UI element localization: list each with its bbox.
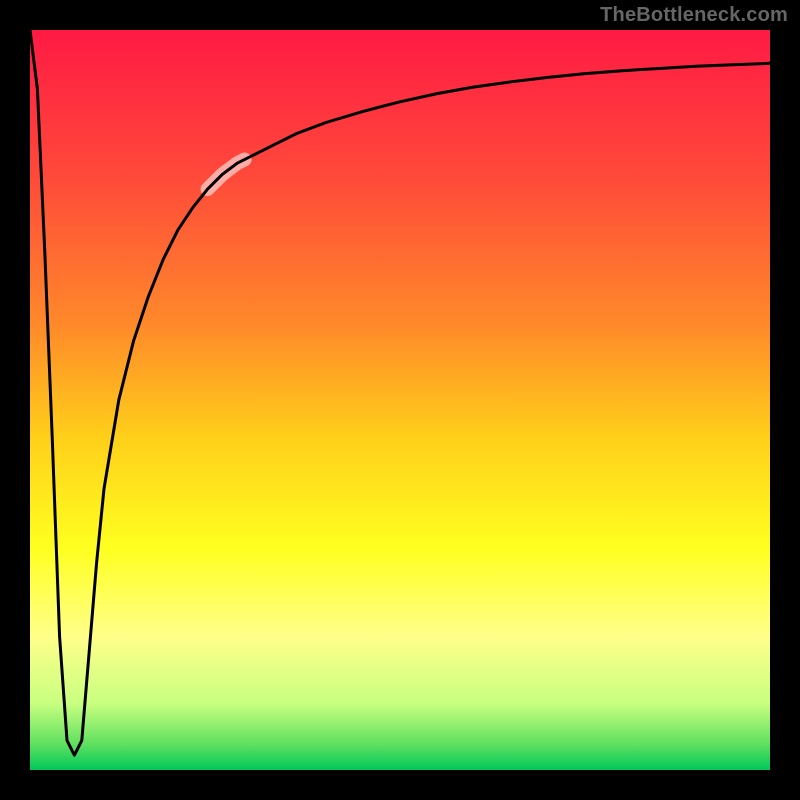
chart-canvas [0,0,800,800]
chart-gradient-background [30,30,770,770]
attribution-label: TheBottleneck.com [600,4,788,27]
bottleneck-chart: TheBottleneck.com [0,0,800,800]
